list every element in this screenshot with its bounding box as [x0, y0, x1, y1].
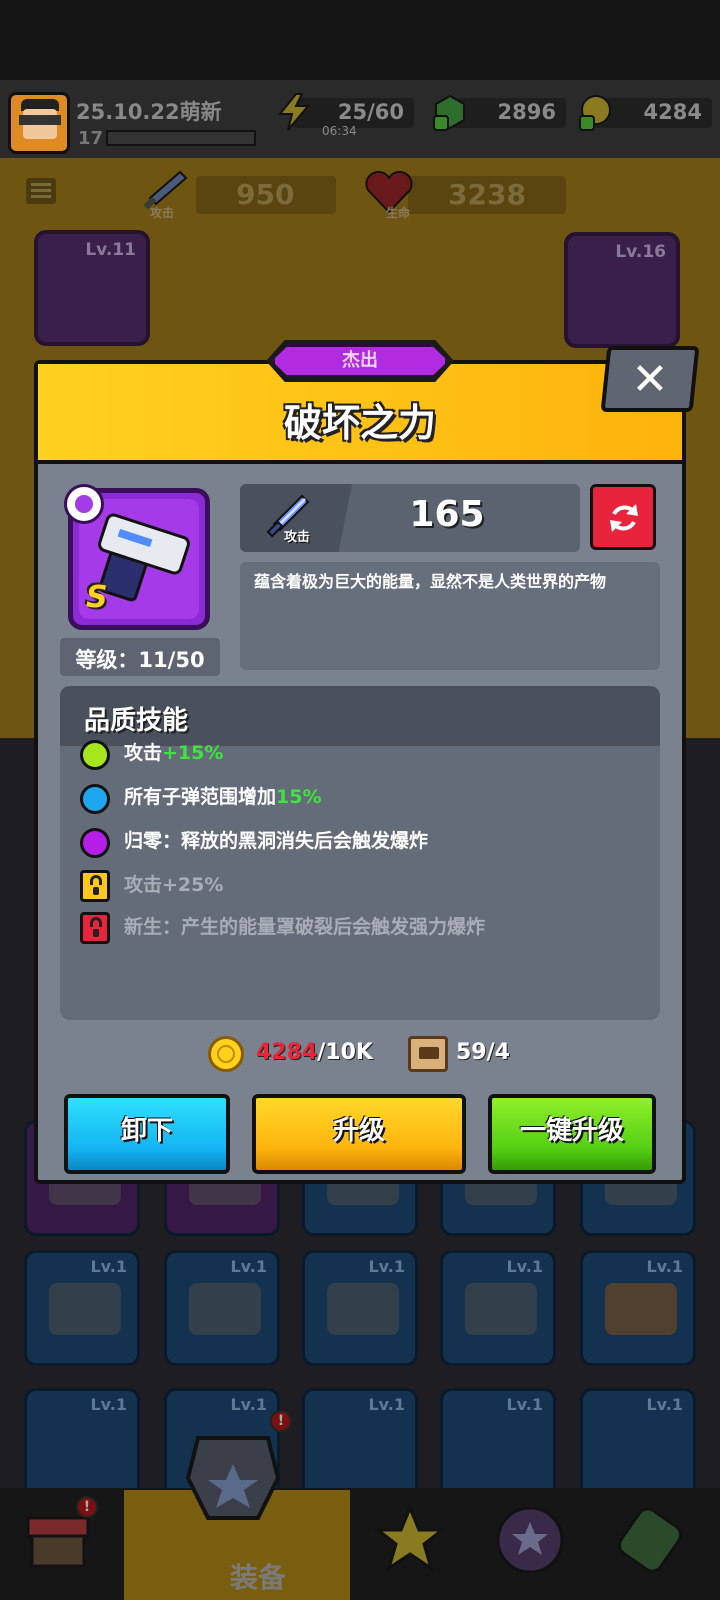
skill-row: 所有子弹范围增加15%	[80, 778, 650, 814]
item-level-box: 等级：11/50	[60, 638, 220, 676]
gold-owned: 4284	[256, 1040, 318, 1065]
skill-text-locked: 新生：产生的能量罩破裂后会触发强力爆炸	[124, 916, 486, 938]
skill-row: 归零：释放的黑洞消失后会触发爆炸	[80, 822, 650, 858]
close-icon: ✕	[631, 354, 669, 405]
upgrade-all-button[interactable]: 一键升级	[488, 1094, 656, 1174]
purple-skill-dot-icon	[80, 828, 110, 858]
skill-name: 攻击	[124, 742, 163, 764]
item-description: 蕴含着极为巨大的能量，显然不是人类世界的产物	[254, 572, 607, 591]
item-level-text: 等级：11/50	[75, 648, 205, 672]
blueprint-scroll-icon	[408, 1036, 448, 1072]
item-description-box: 蕴含着极为巨大的能量，显然不是人类世界的产物	[240, 562, 660, 670]
skill-name: 所有子弹范围增加	[124, 786, 277, 808]
quality-tag: 杰出	[272, 344, 448, 378]
refresh-icon	[610, 504, 638, 532]
close-button[interactable]: ✕	[600, 346, 700, 412]
unequip-button[interactable]: 卸下	[64, 1094, 230, 1174]
gold-required: /10K	[317, 1040, 373, 1065]
blue-skill-dot-icon	[80, 784, 110, 814]
reroll-button[interactable]	[590, 484, 656, 550]
skill-bonus: +15%	[162, 742, 224, 764]
grade-badge: S	[86, 580, 108, 615]
attack-stat-value: 165	[409, 494, 485, 535]
quality-skills-panel: 品质技能 攻击+15% 所有子弹范围增加15% 归零：释放的黑洞消失后会触发爆炸…	[60, 686, 660, 1020]
weapon-type-icon	[64, 484, 104, 524]
skills-title: 品质技能	[84, 706, 189, 736]
skill-text-locked: 攻击+25%	[124, 874, 224, 896]
gold-cost: 4284/10K	[256, 1040, 373, 1065]
skill-bonus: 15%	[276, 786, 322, 808]
skill-text: 归零：释放的黑洞消失后会触发爆炸	[124, 830, 429, 852]
lock-icon	[80, 870, 110, 902]
green-skill-dot-icon	[80, 740, 110, 770]
item-title: 破坏之力	[283, 401, 436, 445]
blueprint-cost: 59/4	[456, 1040, 510, 1065]
gold-coin-icon	[208, 1036, 244, 1072]
skill-row: 攻击+15%	[80, 734, 650, 770]
attack-stat-label: 攻击	[284, 530, 311, 545]
skill-row: 攻击+25%	[80, 866, 650, 902]
skill-text: 攻击+15%	[124, 738, 223, 765]
upgrade-button[interactable]: 升级	[252, 1094, 466, 1174]
skill-text: 所有子弹范围增加15%	[124, 782, 322, 809]
skill-row: 新生：产生的能量罩破裂后会触发强力爆炸	[80, 908, 650, 944]
lock-icon	[80, 912, 110, 944]
